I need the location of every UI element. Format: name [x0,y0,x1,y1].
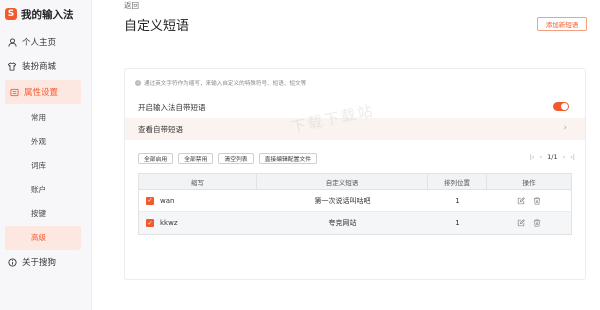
view-builtin-row[interactable]: 查看自带短语 › [125,118,585,140]
sidebar-item-label: 属性设置 [24,88,59,98]
user-icon [7,37,17,47]
disable-all-button[interactable]: 全部禁用 [178,153,214,164]
first-page-icon[interactable]: |‹ [530,153,535,161]
table-row: ✓ wan 第一次说话叫咕吧 1 [139,190,571,212]
enable-builtin-toggle[interactable] [553,102,569,111]
add-phrase-button[interactable]: 添加新短语 [537,17,587,31]
table-header: 缩写 自定义短语 排列位置 操作 [139,174,571,190]
sidebar-item-label: 个人主页 [22,38,57,48]
phrase-toolbar: 全部启用 全部禁用 清空列表 直接编辑配置文件 [138,153,317,164]
position-cell: 1 [455,219,460,227]
table-row: ✓ kkwz 夸克网站 1 [139,212,571,234]
app-title: 我的输入法 [21,8,74,21]
abbr-text: wan [160,196,175,205]
column-header-position: 排列位置 [428,174,487,189]
edit-config-button[interactable]: 直接编辑配置文件 [258,153,317,164]
page-indicator: 1/1 [547,153,558,161]
toggle-knob [561,103,568,110]
column-header-phrase: 自定义短语 [257,174,428,189]
abbr-text: kkwz [160,219,178,227]
abbr-cell: ✓ kkwz [139,212,257,234]
back-link[interactable]: 返回 [124,0,139,11]
sidebar-item-label: 关于搜狗 [22,258,57,268]
app-header: S 我的输入法 [0,2,91,26]
info-icon [7,257,17,267]
next-page-icon[interactable]: › [563,153,566,161]
sidebar-item-settings[interactable]: 属性设置 [5,80,81,104]
phrase-cell: 第一次说话叫咕吧 [314,196,371,205]
column-header-actions: 操作 [522,178,536,187]
subnav-item-dictionary[interactable]: 词库 [0,154,91,178]
last-page-icon[interactable]: ›| [570,153,575,161]
row-checkbox[interactable]: ✓ [146,219,154,227]
delete-icon[interactable] [533,219,541,227]
sidebar-nav: 个人主页 装扮商城 属性设置 常用 外观 词库 账户 按键 高级 关于搜狗 [0,30,91,274]
subnav-item-common[interactable]: 常用 [0,106,91,130]
phrase-table: 缩写 自定义短语 排列位置 操作 ✓ wan 第一次说话叫咕吧 1 ✓ kkwz [138,173,572,235]
actions-cell [487,212,571,234]
row-checkbox[interactable]: ✓ [146,196,154,205]
sidebar-item-profile[interactable]: 个人主页 [0,30,91,54]
abbr-cell: ✓ wan [139,190,257,211]
enable-builtin-row: 开启输入法自带短语 [125,96,585,118]
phrase-cell: 夸克网站 [328,219,357,227]
actions-cell [487,190,571,211]
page-title: 自定义短语 [124,19,190,34]
enable-builtin-label: 开启输入法自带短语 [138,102,206,112]
info-hint: i 通过英文字符作为缩写，来输入自定义的特殊符号、短语、短文等 [135,79,306,87]
column-header-abbr: 缩写 [139,174,257,189]
sidebar-item-about[interactable]: 关于搜狗 [0,250,91,274]
clear-list-button[interactable]: 清空列表 [218,153,254,164]
phrase-panel: i 通过英文字符作为缩写，来输入自定义的特殊符号、短语、短文等 开启输入法自带短… [124,68,586,280]
prev-page-icon[interactable]: ‹ [540,153,543,161]
edit-icon[interactable] [517,196,525,205]
chevron-right-icon: › [563,123,567,133]
position-cell: 1 [455,196,460,205]
shirt-icon [7,61,17,71]
settings-subnav: 常用 外观 词库 账户 按键 高级 [0,106,91,250]
subnav-item-account[interactable]: 账户 [0,178,91,202]
info-text: 通过英文字符作为缩写，来输入自定义的特殊符号、短语、短文等 [144,81,307,87]
enable-all-button[interactable]: 全部启用 [138,153,174,164]
sidebar: S 我的输入法 个人主页 装扮商城 属性设置 常用 外观 词库 账户 按键 高级… [0,0,92,310]
edit-icon[interactable] [517,219,525,227]
info-circle-icon: i [135,80,141,86]
sidebar-item-store[interactable]: 装扮商城 [0,54,91,78]
pagination: |‹ ‹ 1/1 › ›| [530,153,575,161]
delete-icon[interactable] [533,196,541,205]
subnav-item-appearance[interactable]: 外观 [0,130,91,154]
sogou-logo-icon: S [5,8,17,20]
view-builtin-label: 查看自带短语 [138,124,183,134]
subnav-item-keys[interactable]: 按键 [0,202,91,226]
settings-icon [9,87,19,97]
sidebar-item-label: 装扮商城 [22,62,57,72]
subnav-item-advanced[interactable]: 高级 [5,226,81,250]
